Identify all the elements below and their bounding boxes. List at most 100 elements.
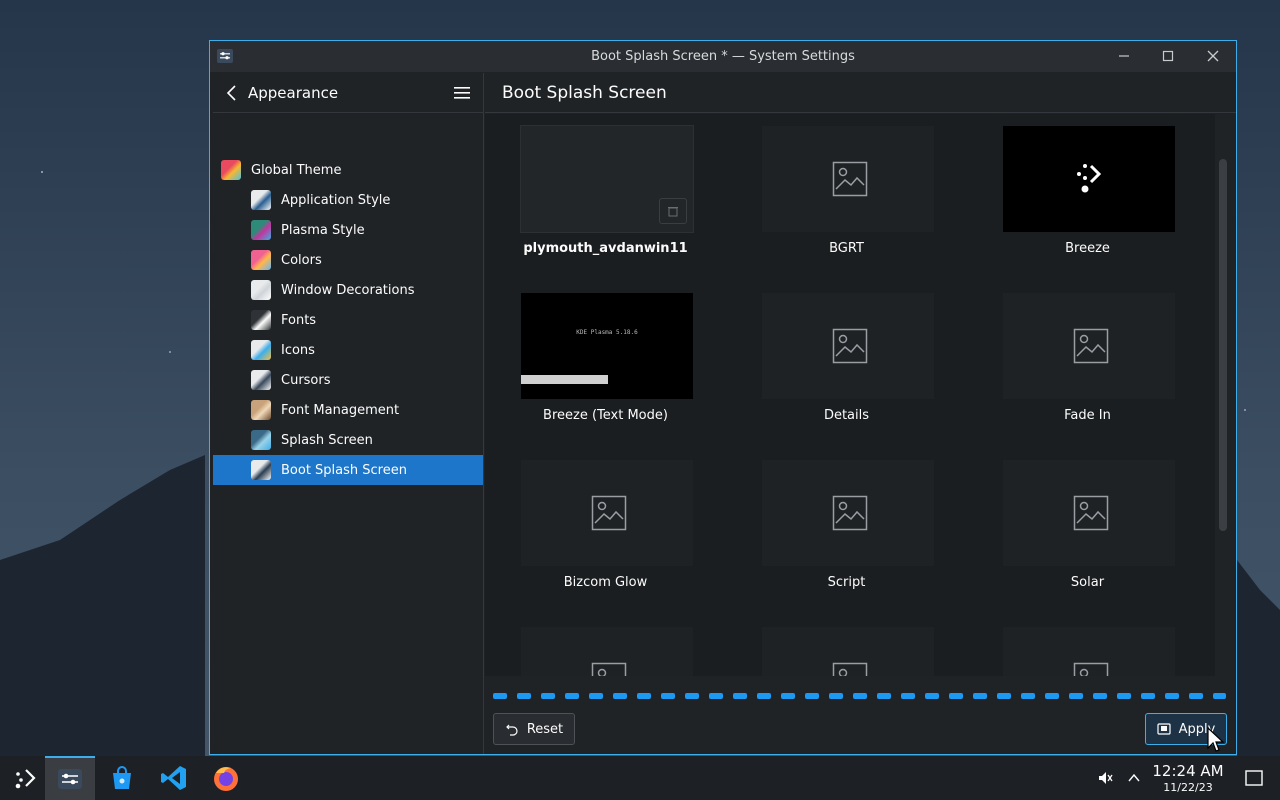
sidebar-item-label: Application Style xyxy=(281,192,391,208)
image-placeholder-icon xyxy=(1073,328,1109,364)
progress-dash xyxy=(925,693,939,699)
theme-label: BGRT xyxy=(829,241,864,256)
breeze-logo-icon xyxy=(1077,164,1102,193)
sidebar-item-plasma-style[interactable]: Plasma Style xyxy=(213,215,483,245)
theme-label: Bizcom Glow xyxy=(563,575,648,590)
show-desktop-icon[interactable] xyxy=(1245,770,1263,786)
theme-tile-partial[interactable] xyxy=(485,615,726,676)
sidebar-item-splash-screen[interactable]: Splash Screen xyxy=(213,425,483,455)
cursors-icon xyxy=(251,370,271,390)
text-mode-caption: KDE Plasma 5.18.6 xyxy=(576,329,638,336)
sidebar-item-global-theme[interactable]: Global Theme xyxy=(213,155,483,185)
progress-dash xyxy=(853,693,867,699)
sidebar-item-fonts[interactable]: Fonts xyxy=(213,305,483,335)
theme-preview xyxy=(762,460,934,566)
taskbar-system-settings[interactable] xyxy=(45,756,95,800)
image-placeholder-icon xyxy=(591,495,627,531)
sidebar-header: Appearance xyxy=(213,73,483,113)
mouse-cursor-icon xyxy=(1207,726,1225,752)
theme-preview xyxy=(521,126,693,232)
theme-tile[interactable]: plymouth_avdanwin11 xyxy=(485,114,726,281)
theme-tile[interactable]: BGRT xyxy=(726,114,967,281)
window-titlebar[interactable]: Boot Splash Screen * — System Settings xyxy=(210,41,1236,72)
maximize-button[interactable] xyxy=(1159,47,1177,65)
sidebar-item-boot-splash-screen[interactable]: Boot Splash Screen xyxy=(213,455,483,485)
progress-dash xyxy=(1069,693,1083,699)
application-style-icon xyxy=(251,190,271,210)
theme-preview xyxy=(762,293,934,399)
sidebar-item-window-decorations[interactable]: Window Decorations xyxy=(213,275,483,305)
theme-tile[interactable]: Script xyxy=(726,448,967,615)
text-mode-progress-bar xyxy=(521,375,608,384)
progress-dash xyxy=(1021,693,1035,699)
theme-tile-partial[interactable] xyxy=(967,615,1208,676)
close-button[interactable] xyxy=(1204,47,1222,65)
progress-dash xyxy=(1165,693,1179,699)
theme-preview xyxy=(1003,293,1175,399)
sidebar-item-cursors[interactable]: Cursors xyxy=(213,365,483,395)
theme-tile[interactable]: Details xyxy=(726,281,967,448)
taskbar-discover[interactable] xyxy=(97,756,147,800)
colors-icon xyxy=(251,250,271,270)
theme-tile[interactable]: Fade In xyxy=(967,281,1208,448)
icons-icon xyxy=(251,340,271,360)
sidebar-item-label: Cursors xyxy=(281,372,331,388)
progress-dash xyxy=(589,693,603,699)
progress-dash xyxy=(1213,693,1226,699)
sidebar-item-application-style[interactable]: Application Style xyxy=(213,185,483,215)
image-placeholder-icon xyxy=(1073,495,1109,531)
grid-scrollbar[interactable] xyxy=(1219,159,1227,531)
taskbar-vscode[interactable] xyxy=(149,756,199,800)
boot-splash-screen-icon xyxy=(251,460,271,480)
window-decorations-icon xyxy=(251,280,271,300)
taskbar-firefox[interactable] xyxy=(201,756,251,800)
progress-dash xyxy=(685,693,699,699)
sidebar-item-label: Plasma Style xyxy=(281,222,365,238)
image-placeholder-icon xyxy=(832,662,868,676)
progress-dash xyxy=(781,693,795,699)
delete-theme-button[interactable] xyxy=(659,198,687,224)
back-arrow-icon[interactable] xyxy=(223,83,241,103)
clock-time: 12:24 AM xyxy=(1152,762,1224,780)
theme-tile[interactable]: Bizcom Glow xyxy=(485,448,726,615)
theme-label: plymouth_avdanwin11 xyxy=(523,241,688,256)
theme-tile[interactable]: KDE Plasma 5.18.6 Breeze (Text Mode) xyxy=(485,281,726,448)
theme-tile-partial[interactable] xyxy=(726,615,967,676)
theme-tile[interactable]: Breeze xyxy=(967,114,1208,281)
chevron-up-icon[interactable] xyxy=(1127,772,1141,784)
sidebar-item-colors[interactable]: Colors xyxy=(213,245,483,275)
progress-dash xyxy=(541,693,555,699)
sidebar-category-title[interactable]: Appearance xyxy=(248,84,338,102)
volume-muted-icon[interactable] xyxy=(1097,770,1113,786)
sidebar-item-icons[interactable]: Icons xyxy=(213,335,483,365)
theme-grid: plymouth_avdanwin11 BGRT Breeze KDE Plasma … xyxy=(485,114,1215,676)
progress-dash xyxy=(733,693,747,699)
system-settings-app-icon[interactable] xyxy=(216,47,234,65)
image-placeholder-icon xyxy=(832,161,868,197)
progress-dash xyxy=(757,693,771,699)
taskbar: 12:24 AM 11/22/23 xyxy=(0,756,1280,800)
firefox-icon xyxy=(214,767,238,791)
theme-tile[interactable]: Solar xyxy=(967,448,1208,615)
minimize-button[interactable] xyxy=(1115,47,1133,65)
progress-dash xyxy=(877,693,891,699)
progress-dash xyxy=(1045,693,1059,699)
application-launcher[interactable] xyxy=(0,756,50,800)
hamburger-menu-icon[interactable] xyxy=(453,85,471,101)
sidebar-item-font-management[interactable]: Font Management xyxy=(213,395,483,425)
progress-dash xyxy=(493,693,507,699)
sidebar-item-label: Boot Splash Screen xyxy=(281,462,407,478)
application-launcher-icon xyxy=(15,769,36,789)
progress-dash xyxy=(1093,693,1107,699)
theme-preview xyxy=(521,627,693,676)
close-icon xyxy=(1207,50,1219,62)
theme-preview xyxy=(1003,627,1175,676)
progress-dash xyxy=(661,693,675,699)
progress-dash xyxy=(517,693,531,699)
reset-button[interactable]: Reset xyxy=(493,713,575,745)
theme-label: Solar xyxy=(1070,575,1105,590)
digital-clock[interactable]: 12:24 AM 11/22/23 xyxy=(1150,762,1226,794)
system-settings-icon xyxy=(58,769,82,789)
progress-dash xyxy=(973,693,987,699)
main-content: Boot Splash Screen plymouth_avdanwin11 BG… xyxy=(485,73,1236,754)
